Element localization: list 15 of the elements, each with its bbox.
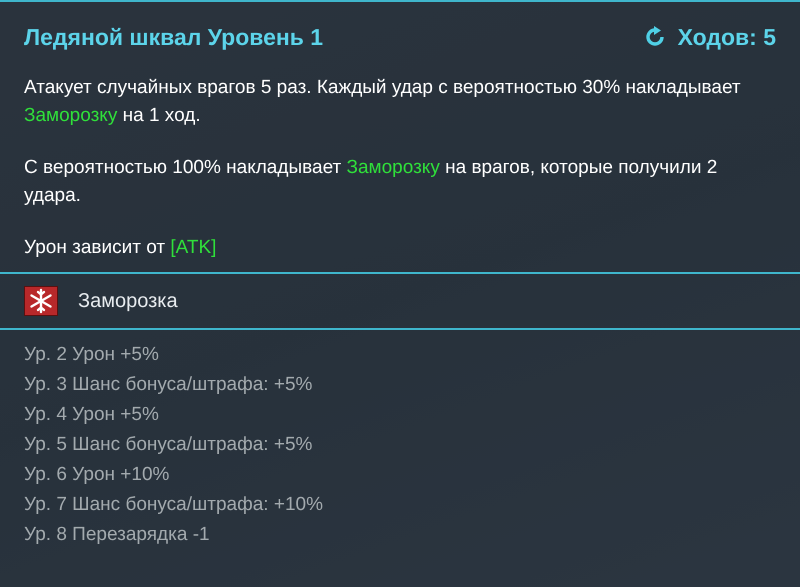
level-bonus-text: Ур. 3 Шанс бонуса/штрафа: +5% — [24, 373, 314, 397]
level-bonus-text: Ур. 7 Шанс бонуса/штрафа: +10% — [24, 493, 324, 517]
level-bonus-text: Ур. 5 Шанс бонуса/штрафа: +5% — [24, 433, 314, 457]
cooldown-label: Ходов: 5 — [678, 24, 776, 50]
level-bonus-text: Ур. 4 Урон +5% — [24, 403, 160, 427]
snowflake-icon — [24, 286, 58, 316]
description-paragraph: Урон зависит от [ATK] — [24, 236, 218, 260]
description-paragraph: Атакует случайных врагов 5 раз. Каждый удар с вероятностью 30% накладывает Заморозку на 1 ход. — [24, 76, 742, 128]
level-bonus-text: Ур. 6 Урон +10% — [24, 463, 170, 487]
description-paragraph: С вероятностью 100% накладывает Заморозку на врагов, которые получили 2 удара. — [24, 156, 718, 208]
skill-title: Ледяной шквал Уровень 1 — [24, 24, 324, 50]
refresh-icon — [644, 26, 666, 48]
level-bonus-text: Ур. 8 Перезарядка -1 — [24, 523, 211, 547]
effect-name: Заморозка — [78, 290, 178, 312]
level-bonus-text: Ур. 2 Урон +5% — [24, 343, 160, 367]
